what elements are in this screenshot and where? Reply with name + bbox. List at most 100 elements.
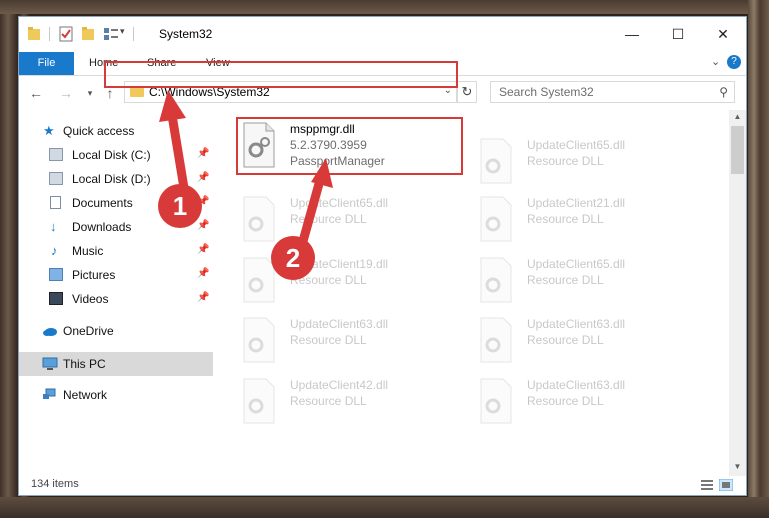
drive-icon [49, 172, 63, 185]
item-count: 134 items [31, 478, 79, 490]
step-2-badge: 2 [271, 236, 315, 280]
search-box[interactable]: Search System32 ⚲ [490, 81, 735, 103]
file-tile[interactable]: UpdateClient63.dll Resource DLL [477, 376, 697, 436]
nav-item-music[interactable]: ♪ Music 📌 [19, 240, 213, 262]
chevron-down-icon[interactable]: ▾ [120, 26, 125, 42]
dll-file-icon [243, 317, 275, 363]
file-description: Resource DLL [527, 212, 604, 226]
network-icon [43, 388, 56, 399]
pin-icon[interactable]: 📌 [197, 220, 209, 231]
details-view-icon[interactable] [700, 479, 714, 491]
nav-item-label: Music [72, 244, 104, 258]
minimize-button[interactable]: — [609, 17, 655, 51]
computer-icon [42, 357, 58, 370]
file-name: UpdateClient65.dll [290, 196, 389, 210]
dll-file-icon [480, 317, 512, 363]
drive-icon [49, 148, 63, 161]
file-name: UpdateClient65.dll [527, 138, 626, 152]
scroll-down-icon[interactable]: ▼ [729, 460, 746, 474]
folder-icon [28, 27, 40, 40]
pin-icon[interactable]: 📌 [197, 292, 209, 303]
file-tile[interactable]: UpdateClient21.dll Resource DLL [477, 194, 697, 254]
dll-file-icon [480, 378, 512, 424]
file-tile[interactable]: UpdateClient65.dll Resource DLL [240, 194, 460, 254]
desktop-background-right [748, 0, 769, 518]
search-icon[interactable]: ⚲ [719, 85, 728, 99]
file-name: UpdateClient65.dll [527, 257, 626, 271]
star-icon: ★ [43, 123, 55, 138]
maximize-button[interactable]: ☐ [655, 17, 701, 51]
search-placeholder[interactable]: Search System32 [499, 85, 594, 99]
customize-toolbar-icon[interactable] [103, 26, 119, 42]
nav-item-onedrive[interactable]: OneDrive [19, 320, 213, 342]
cloud-icon [43, 328, 57, 336]
separator [49, 27, 50, 41]
file-description: Resource DLL [527, 154, 604, 168]
nav-item-label: Pictures [72, 268, 116, 282]
scrollbar-thumb[interactable] [731, 126, 744, 174]
new-folder-icon[interactable] [81, 26, 95, 42]
dll-file-icon [480, 138, 512, 184]
file-name: UpdateClient42.dll [290, 378, 389, 392]
recent-locations-chevron-icon[interactable]: ▾ [81, 84, 99, 102]
nav-item-videos[interactable]: Videos 📌 [19, 288, 213, 310]
tab-file[interactable]: File [19, 52, 74, 75]
back-arrow-icon[interactable]: ← [27, 84, 45, 102]
refresh-button[interactable]: ↻ [457, 81, 477, 103]
dll-file-icon [243, 196, 275, 242]
file-description: Resource DLL [290, 212, 367, 226]
file-explorer-window: ▾ System32 — ☐ ✕ File Home Share View ⌄ … [18, 16, 747, 496]
file-tile[interactable]: UpdateClient63.dll Resource DLL [240, 315, 460, 375]
file-highlight-box [236, 117, 463, 175]
nav-item-label: Documents [72, 196, 133, 210]
vertical-scrollbar[interactable]: ▲ ▼ [729, 110, 746, 476]
nav-item-label: Local Disk (D:) [72, 172, 151, 186]
nav-item-label: Videos [72, 292, 109, 306]
nav-item-label: This PC [63, 357, 106, 371]
nav-item-pictures[interactable]: Pictures 📌 [19, 264, 213, 286]
forward-arrow-icon[interactable]: → [57, 84, 75, 102]
file-name: UpdateClient63.dll [290, 317, 389, 331]
step-1-badge: 1 [158, 184, 202, 228]
nav-item-label: OneDrive [63, 324, 114, 338]
documents-icon [50, 196, 61, 209]
scroll-up-icon[interactable]: ▲ [729, 110, 746, 124]
file-tile[interactable]: UpdateClient42.dll Resource DLL [240, 376, 460, 436]
title-bar: ▾ System32 — ☐ ✕ [19, 17, 746, 51]
nav-item-network[interactable]: Network [19, 384, 213, 406]
file-tile[interactable]: UpdateClient65.dll Resource DLL [477, 136, 697, 196]
file-description: Resource DLL [527, 394, 604, 408]
file-name: UpdateClient63.dll [527, 378, 626, 392]
videos-icon [49, 292, 63, 305]
file-name: UpdateClient63.dll [527, 317, 626, 331]
nav-item-quick-access[interactable]: ★ Quick access [19, 120, 213, 142]
window-title: System32 [159, 27, 213, 41]
file-tile[interactable]: UpdateClient63.dll Resource DLL [477, 315, 697, 375]
status-bar: 134 items [19, 476, 746, 495]
file-name: UpdateClient21.dll [527, 196, 626, 210]
dll-file-icon [243, 378, 275, 424]
download-icon: ↓ [50, 219, 57, 234]
file-description: Resource DLL [527, 333, 604, 347]
pin-icon[interactable]: 📌 [197, 268, 209, 279]
pin-icon[interactable]: 📌 [197, 148, 209, 159]
pin-icon[interactable]: 📌 [197, 244, 209, 255]
file-description: Resource DLL [290, 394, 367, 408]
nav-item-label: Network [63, 388, 108, 402]
nav-item-local-disk-c[interactable]: Local Disk (C:) 📌 [19, 144, 213, 166]
properties-icon[interactable] [59, 26, 73, 42]
file-tile[interactable]: UpdateClient65.dll Resource DLL [477, 255, 697, 315]
music-icon: ♪ [51, 243, 58, 258]
file-description: Resource DLL [290, 333, 367, 347]
large-icons-view-icon[interactable] [719, 479, 733, 491]
chevron-down-icon[interactable]: ⌄ [711, 55, 720, 71]
pin-icon[interactable]: 📌 [197, 172, 209, 183]
nav-item-this-pc[interactable]: This PC [19, 352, 213, 376]
dll-file-icon [480, 196, 512, 242]
desktop-background-bottom [0, 497, 769, 518]
close-button[interactable]: ✕ [700, 17, 746, 51]
address-highlight-box [104, 61, 458, 88]
help-icon[interactable]: ? [727, 55, 741, 69]
separator [133, 27, 134, 41]
dll-file-icon [480, 257, 512, 303]
